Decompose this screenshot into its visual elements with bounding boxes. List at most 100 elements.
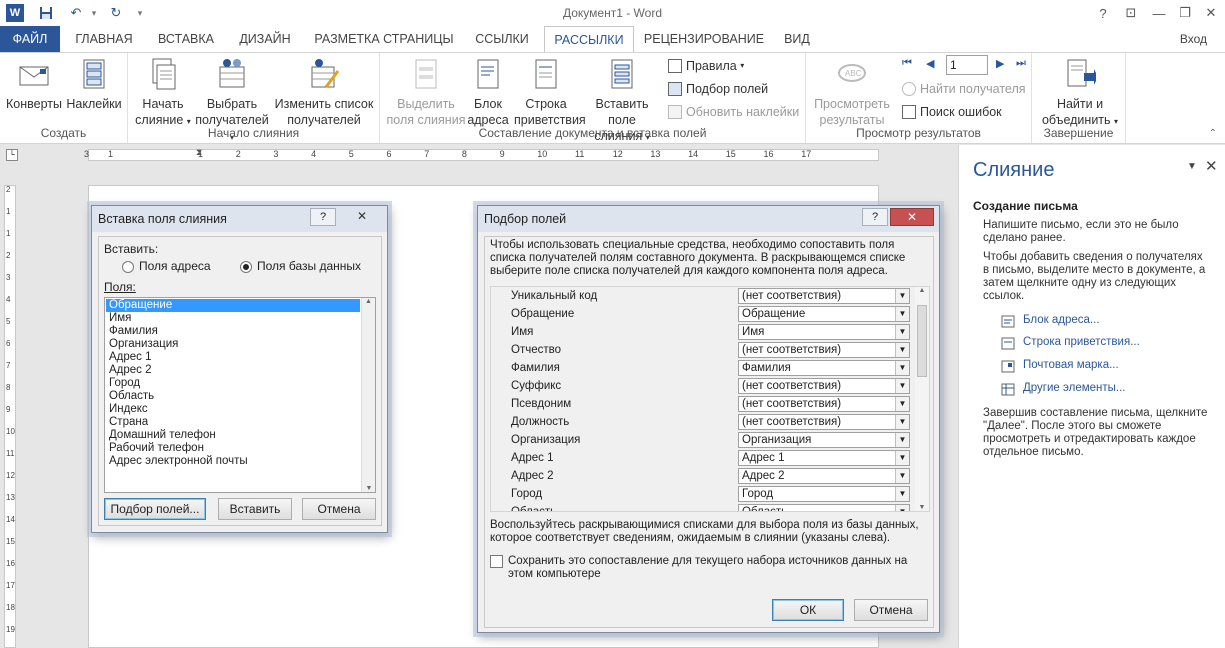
greeting-line-link[interactable]: Строка приветствия... [1023, 336, 1140, 348]
chevron-down-icon[interactable]: ▼ [895, 289, 909, 303]
field-list-item[interactable]: Домашний телефон [106, 429, 360, 442]
field-list-item[interactable]: Имя [106, 312, 360, 325]
field-list-item[interactable]: Страна [106, 416, 360, 429]
field-list-item[interactable]: Адрес электронной почты [106, 455, 360, 468]
mapping-dropdown[interactable]: Обращение ▼ [738, 306, 910, 322]
chevron-down-icon[interactable]: ▼ [895, 469, 909, 483]
mapping-dropdown[interactable]: Имя ▼ [738, 324, 910, 340]
scroll-up-icon[interactable]: ▲ [362, 298, 375, 305]
field-list-item[interactable]: Организация [106, 338, 360, 351]
insert-dialog-close-button[interactable]: ✕ [340, 208, 384, 226]
save-mapping-label[interactable]: Сохранить это сопоставление для текущего… [508, 555, 928, 581]
insert-dialog-help-button[interactable]: ? [310, 208, 336, 226]
close-window-button[interactable]: ✕ [1198, 2, 1224, 24]
previous-record-icon[interactable]: ◀ [926, 57, 940, 71]
field-list-item[interactable]: Город [106, 377, 360, 390]
signin-link[interactable]: Вход [1180, 32, 1207, 46]
radio-database-fields[interactable]: Поля базы данных [240, 259, 361, 273]
minimize-button[interactable]: — [1146, 2, 1172, 24]
chevron-down-icon[interactable]: ▼ [895, 451, 909, 465]
tab-review[interactable]: РЕЦЕНЗИРОВАНИЕ [638, 26, 770, 52]
chevron-down-icon[interactable]: ▼ [895, 487, 909, 501]
chevron-down-icon[interactable]: ▼ [895, 361, 909, 375]
mapping-dropdown[interactable]: (нет соответствия) ▼ [738, 342, 910, 358]
chevron-down-icon[interactable]: ▼ [895, 505, 909, 511]
edit-recipients-button[interactable]: Изменить список получателей [272, 57, 376, 128]
field-list-item[interactable]: Адрес 1 [106, 351, 360, 364]
scroll-down-icon[interactable]: ▼ [362, 485, 376, 492]
chevron-down-icon[interactable]: ▼ [895, 397, 909, 411]
tab-design[interactable]: ДИЗАЙН [228, 26, 302, 52]
last-record-icon[interactable]: ⏭ [1016, 57, 1030, 71]
save-mapping-checkbox[interactable] [490, 555, 503, 568]
tab-layout[interactable]: РАЗМЕТКА СТРАНИЦЫ [306, 26, 462, 52]
scroll-up-icon[interactable]: ▲ [915, 287, 929, 294]
field-list-item[interactable]: Адрес 2 [106, 364, 360, 377]
more-items-link[interactable]: Другие элементы... [1023, 382, 1126, 394]
field-list-item[interactable]: Фамилия [106, 325, 360, 338]
match-fields-button[interactable]: Подбор полей [668, 79, 768, 99]
start-merge-button[interactable]: Начать слияние ▾ [132, 57, 194, 130]
mapping-dropdown[interactable]: Адрес 1 ▼ [738, 450, 910, 466]
field-list-item[interactable]: Область [106, 390, 360, 403]
tab-insert[interactable]: ВСТАВКА [148, 26, 224, 52]
mapping-dropdown[interactable]: (нет соответствия) ▼ [738, 378, 910, 394]
mapping-dropdown[interactable]: Фамилия ▼ [738, 360, 910, 376]
find-recipient-button[interactable]: Найти получателя [902, 79, 1026, 99]
indent-marker-icon[interactable]: ⧗ [196, 147, 202, 158]
check-errors-button[interactable]: Поиск ошибок [902, 102, 1002, 122]
ribbon-display-button[interactable]: ⊡ [1118, 2, 1144, 24]
collapse-ribbon-icon[interactable]: ⌃ [1209, 128, 1217, 139]
mapping-dropdown[interactable]: Город ▼ [738, 486, 910, 502]
chevron-down-icon[interactable]: ▼ [895, 343, 909, 357]
pane-options-icon[interactable]: ▼ [1187, 161, 1197, 172]
help-button[interactable]: ? [1090, 2, 1116, 24]
first-record-icon[interactable]: ⏮ [902, 57, 916, 71]
chevron-down-icon[interactable]: ▼ [895, 415, 909, 429]
next-record-icon[interactable]: ▶ [996, 57, 1010, 71]
chevron-down-icon[interactable]: ▼ [895, 433, 909, 447]
tab-selector-icon[interactable]: └ [6, 149, 18, 161]
match-fields-dialog-button[interactable]: Подбор полей... [104, 498, 206, 520]
mapping-dropdown[interactable]: (нет соответствия) ▼ [738, 288, 910, 304]
mapping-scrollbar[interactable]: ▲ ▼ [915, 287, 929, 511]
restore-button[interactable]: ❐ [1172, 2, 1198, 24]
highlight-fields-button[interactable]: Выделить поля слияния [386, 57, 466, 128]
mapping-dropdown[interactable]: Адрес 2 ▼ [738, 468, 910, 484]
cancel-button[interactable]: Отмена [302, 498, 376, 520]
match-cancel-button[interactable]: Отмена [854, 599, 928, 621]
mapping-dropdown[interactable]: (нет соответствия) ▼ [738, 414, 910, 430]
pane-close-icon[interactable]: ✕ [1205, 157, 1218, 175]
ok-button[interactable]: ОК [772, 599, 844, 621]
tab-file[interactable]: ФАЙЛ [0, 26, 60, 52]
mapping-dropdown[interactable]: Область ▼ [738, 504, 910, 511]
match-dialog-close-button[interactable]: ✕ [890, 208, 934, 226]
postage-link[interactable]: Почтовая марка... [1023, 359, 1119, 371]
tab-view[interactable]: ВИД [774, 26, 820, 52]
chevron-down-icon[interactable]: ▼ [895, 307, 909, 321]
finish-merge-button[interactable]: Найти и объединить ▾ [1038, 57, 1122, 130]
radio-address-fields[interactable]: Поля адреса [122, 259, 211, 273]
update-labels-button[interactable]: Обновить наклейки [668, 102, 799, 122]
chevron-down-icon[interactable]: ▼ [895, 379, 909, 393]
insert-button[interactable]: Вставить [218, 498, 292, 520]
greeting-line-button[interactable]: Строка приветствия [514, 57, 586, 128]
rules-button[interactable]: Правила ▾ [668, 56, 744, 76]
envelopes-button[interactable]: Конверты [4, 57, 64, 112]
fields-listbox[interactable]: Обращение Имя Фамилия Организация Адрес 1 Адр… [104, 297, 376, 493]
address-block-button[interactable]: Блок адреса [466, 57, 510, 128]
record-number-input[interactable]: 1 [946, 55, 988, 75]
tab-home[interactable]: ГЛАВНАЯ [64, 26, 144, 52]
match-dialog-help-button[interactable]: ? [862, 208, 888, 226]
fields-scrollbar[interactable]: ▲ ▼ [361, 298, 375, 492]
tab-references[interactable]: ССЫЛКИ [466, 26, 538, 52]
scroll-thumb[interactable] [917, 305, 927, 377]
field-list-item[interactable]: Индекс [106, 403, 360, 416]
field-list-item[interactable]: Обращение [106, 299, 360, 312]
preview-results-button[interactable]: ABC Просмотреть результаты [810, 57, 894, 128]
chevron-down-icon[interactable]: ▼ [895, 325, 909, 339]
address-block-link[interactable]: Блок адреса... [1023, 314, 1100, 326]
field-list-item[interactable]: Рабочий телефон [106, 442, 360, 455]
tab-mailings[interactable]: РАССЫЛКИ [544, 26, 634, 53]
labels-button[interactable]: Наклейки [64, 57, 124, 112]
